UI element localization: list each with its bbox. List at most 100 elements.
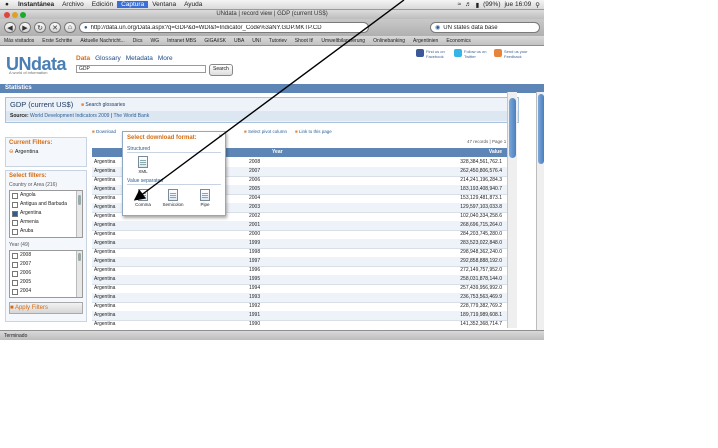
bookmark-item[interactable]: Más visitados [0,38,38,44]
country-scroll-thumb[interactable] [78,195,81,205]
year-scroll-thumb[interactable] [78,253,81,261]
menu-archivo[interactable]: Archivo [58,1,88,8]
bookmark-item[interactable]: GIGA/iSK [200,38,230,44]
year-column-header[interactable]: Year [272,148,283,157]
menu-ventana[interactable]: Ventana [148,1,180,8]
bookmark-item[interactable]: Onlinebanking [369,38,409,44]
facebook-link[interactable]: Find us on Facebook [416,49,450,59]
country-option[interactable]: Aruba [10,227,82,236]
volume-icon[interactable]: ♬ [465,1,472,8]
country-checkbox[interactable] [12,228,18,235]
bookmark-item[interactable]: Erste Schritte [38,38,76,44]
country-checkbox[interactable] [12,210,18,217]
feedback-link[interactable]: Send us your Feedback [494,49,532,59]
bookmark-item[interactable]: Umweltbilanzierung [317,38,369,44]
bookmark-item[interactable]: WG [147,38,164,44]
pipe-format-option[interactable]: Pipe [194,189,216,207]
country-cell: Argentina [94,240,116,246]
country-checkbox[interactable] [12,192,18,199]
country-list[interactable]: Angola Antigua and Barbuda Argentina Arm… [9,190,83,238]
bookmark-item[interactable]: UNI [248,38,265,44]
table-scrollbar[interactable] [507,92,517,328]
year-option[interactable]: 2005 [10,278,82,287]
bookmark-item[interactable]: Shoot It! [291,38,318,44]
nav-data[interactable]: Data [76,55,90,62]
apply-filters-button[interactable]: ■ Apply Filters [9,302,83,314]
year-option[interactable]: 2007 [10,260,82,269]
zoom-window-icon[interactable] [20,12,26,18]
reload-button[interactable]: ↻ [34,22,46,33]
country-option[interactable]: Antigua and Barbuda [10,200,82,209]
bookmark-item[interactable]: UBA [230,38,248,44]
year-option[interactable]: 2006 [10,269,82,278]
nav-more[interactable]: More [158,55,173,62]
country-checkbox[interactable] [12,201,18,208]
year-list[interactable]: 2008 2007 2006 2005 2004 [9,250,83,298]
page-scrollbar[interactable] [536,92,544,330]
semicolon-format-option[interactable]: Semicolon [162,189,184,207]
bookmark-item[interactable]: Argentinien [409,38,442,44]
year-checkbox[interactable] [12,270,18,277]
bookmark-item[interactable]: Dics [129,38,147,44]
home-button[interactable]: ⌂ [64,22,76,33]
menu-edicion[interactable]: Edición [88,1,117,8]
current-filter-item[interactable]: ⊖ Argentina [6,148,86,156]
stop-button[interactable]: ✕ [49,22,61,33]
country-cell: Argentina [94,276,116,282]
country-option[interactable]: Armenia [10,218,82,227]
apple-icon[interactable]: ● [0,1,14,8]
wifi-icon[interactable]: ≈ [457,1,461,8]
country-cell: Argentina [94,159,116,165]
forward-button[interactable]: ▶ [19,22,31,33]
year-checkbox[interactable] [12,279,18,286]
search-glossaries-link[interactable]: ■ Search glossaries [81,102,125,108]
country-option[interactable]: Angola [10,191,82,200]
close-window-icon[interactable] [4,12,10,18]
bookmark-item[interactable]: Intranet MBS [163,38,200,44]
country-cell: Argentina [94,267,116,273]
site-search-button[interactable]: Search [209,64,233,76]
remove-filter-icon: ⊖ [9,149,14,155]
current-filters-title: Current Filters: [9,140,53,146]
download-link[interactable]: ■ Download [92,127,116,137]
year-list-scrollbar[interactable] [76,251,82,297]
close-icon[interactable]: × [218,134,222,140]
nav-glossary[interactable]: Glossary [95,55,121,62]
url-field[interactable]: ● http://data.un.org/Data.aspx?q=GDP&d=W… [79,22,369,33]
value-cell: 214,241,196,284.3 [460,177,502,183]
nav-metadata[interactable]: Metadata [126,55,153,62]
dataset-title: GDP (current US$) [10,100,74,109]
country-list-scrollbar[interactable] [76,191,82,237]
year-option[interactable]: 2008 [10,251,82,260]
year-checkbox[interactable] [12,288,18,295]
select-pivot-link[interactable]: ■ Select pivot column [244,127,287,137]
bookmark-item[interactable]: Economics [442,38,474,44]
bookmark-item[interactable]: Tutoriev [265,38,291,44]
menu-captura[interactable]: Captura [117,1,149,8]
comma-format-option[interactable]: Comma [132,189,154,207]
value-column-header[interactable]: Value [489,148,502,157]
xml-format-option[interactable]: XML [132,156,154,174]
year-cell: 1996 [249,267,261,273]
site-search-input[interactable]: GDP [76,65,206,73]
battery-icon[interactable]: ▮ [476,1,480,9]
country-option[interactable]: Argentina [10,209,82,218]
table-scroll-thumb[interactable] [509,98,516,158]
year-checkbox[interactable] [12,252,18,259]
menu-instantanea[interactable]: Instantánea [14,1,58,8]
spotlight-icon[interactable]: ⚲ [535,1,540,9]
country-checkbox[interactable] [12,219,18,226]
back-button[interactable]: ◀ [4,22,16,33]
menu-ayuda[interactable]: Ayuda [180,1,206,8]
twitter-link[interactable]: Follow us on Twitter [454,49,488,59]
page-scroll-thumb[interactable] [538,94,544,164]
search-engine-field[interactable]: ◉ UN states data base [430,22,540,33]
year-option[interactable]: 2004 [10,287,82,296]
link-to-page[interactable]: ■ Link to this page [295,127,332,137]
year-checkbox[interactable] [12,261,18,268]
menu-clock[interactable]: jue 16:09 [504,1,531,8]
source-link-worldbank[interactable]: The World Bank [113,113,149,119]
minimize-window-icon[interactable] [12,12,18,18]
bookmark-item[interactable]: Aktuelle Nachricht... [76,38,128,44]
source-link-wdi[interactable]: World Development Indicators 2009 [30,113,109,119]
